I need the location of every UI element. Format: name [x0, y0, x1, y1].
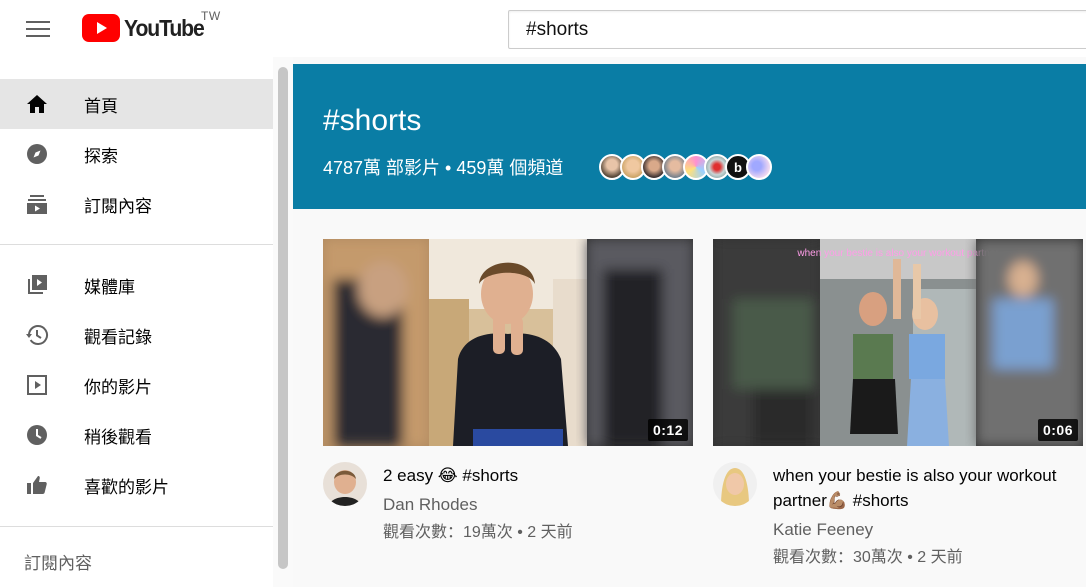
menu-button[interactable] — [16, 12, 60, 46]
video-metadata: 觀看次數：19萬次 • 2 天前 — [383, 524, 573, 541]
sidebar-divider — [0, 244, 273, 245]
home-icon — [24, 91, 50, 117]
video-card[interactable]: 0:12 2 easy 😂 #shorts Dan Rhodes 觀看次數：19… — [323, 239, 693, 541]
sidebar-item-home[interactable]: 首頁 — [0, 79, 273, 129]
sidebar-item-label: 探索 — [84, 146, 118, 166]
youtube-play-icon — [82, 14, 120, 42]
thumbnail-image — [323, 239, 693, 446]
video-duration-badge: 0:12 — [647, 419, 688, 441]
subscriptions-icon — [24, 191, 50, 217]
main-content: #shorts 4787萬 部影片 • 459萬 個頻道 b 0:12 2 ea… — [293, 57, 1086, 587]
sidebar-item-label: 你的影片 — [84, 377, 152, 397]
sidebar-item-label: 媒體庫 — [84, 277, 135, 297]
sidebar-item-history[interactable]: 觀看記錄 — [0, 310, 273, 360]
sidebar-item-your-videos[interactable]: 你的影片 — [0, 360, 273, 410]
avatar[interactable] — [746, 154, 772, 180]
sidebar-item-label: 訂閱內容 — [84, 196, 152, 216]
sidebar-item-library[interactable]: 媒體庫 — [0, 260, 273, 310]
masthead: YouTube TW #shorts — [0, 0, 1086, 57]
compass-icon — [24, 141, 50, 167]
search-input-value: #shorts — [526, 18, 589, 40]
avatar — [713, 462, 757, 506]
history-icon — [24, 322, 50, 348]
sidebar-item-liked-videos[interactable]: 喜歡的影片 — [0, 460, 273, 510]
youtube-logo[interactable]: YouTube — [82, 13, 211, 43]
region-code: TW — [201, 9, 221, 23]
video-card[interactable]: when your bestie is also your workout pa… — [713, 239, 1083, 566]
channel-avatar[interactable] — [713, 462, 757, 506]
channel-avatar[interactable] — [323, 462, 367, 506]
thumbs-up-icon — [24, 472, 50, 498]
sidebar: 首頁 探索 訂閱內容 媒體庫 觀看記錄 你的影片 稍後觀看 喜歡的影片 訂閱內容 — [0, 57, 293, 587]
video-thumbnail[interactable]: when your bestie is also your workout pa… — [713, 239, 1083, 446]
search-input[interactable]: #shorts — [508, 10, 1086, 49]
sidebar-scrollbar-thumb[interactable] — [278, 67, 288, 569]
logo-wordmark: YouTube — [124, 14, 205, 41]
sidebar-item-label: 首頁 — [84, 96, 118, 116]
sidebar-divider — [0, 526, 273, 527]
channel-avatar-stack: b — [599, 154, 772, 180]
library-icon — [24, 272, 50, 298]
b-letter-icon: b — [734, 159, 742, 175]
sidebar-item-subscriptions[interactable]: 訂閱內容 — [0, 179, 273, 229]
avatar — [323, 462, 367, 506]
channel-name[interactable]: Katie Feeney — [773, 520, 873, 540]
subscriptions-section-title: 訂閱內容 — [24, 554, 92, 573]
hashtag-stats: 4787萬 部影片 • 459萬 個頻道 — [323, 158, 564, 178]
video-metadata: 觀看次數：30萬次 • 2 天前 — [773, 549, 963, 566]
clock-icon — [24, 422, 50, 448]
sidebar-item-label: 觀看記錄 — [84, 327, 152, 347]
sidebar-item-label: 喜歡的影片 — [84, 477, 169, 497]
channel-name[interactable]: Dan Rhodes — [383, 495, 478, 515]
video-thumbnail[interactable]: 0:12 — [323, 239, 693, 446]
video-title[interactable]: 2 easy 😂 #shorts — [383, 463, 683, 488]
sidebar-item-explore[interactable]: 探索 — [0, 129, 273, 179]
sidebar-item-label: 稍後觀看 — [84, 427, 152, 447]
play-square-icon — [24, 372, 50, 398]
sidebar-item-watch-later[interactable]: 稍後觀看 — [0, 410, 273, 460]
video-duration-badge: 0:06 — [1037, 419, 1078, 441]
thumbnail-image: when your bestie is also your workout pa… — [713, 239, 1083, 446]
video-title[interactable]: when your bestie is also your workout pa… — [773, 463, 1073, 513]
hashtag-title: #shorts — [323, 104, 422, 137]
hashtag-header: #shorts 4787萬 部影片 • 459萬 個頻道 b — [293, 64, 1086, 209]
thumbnail-caption: when your bestie is also your workout pa… — [796, 248, 999, 259]
hamburger-icon — [26, 21, 50, 37]
